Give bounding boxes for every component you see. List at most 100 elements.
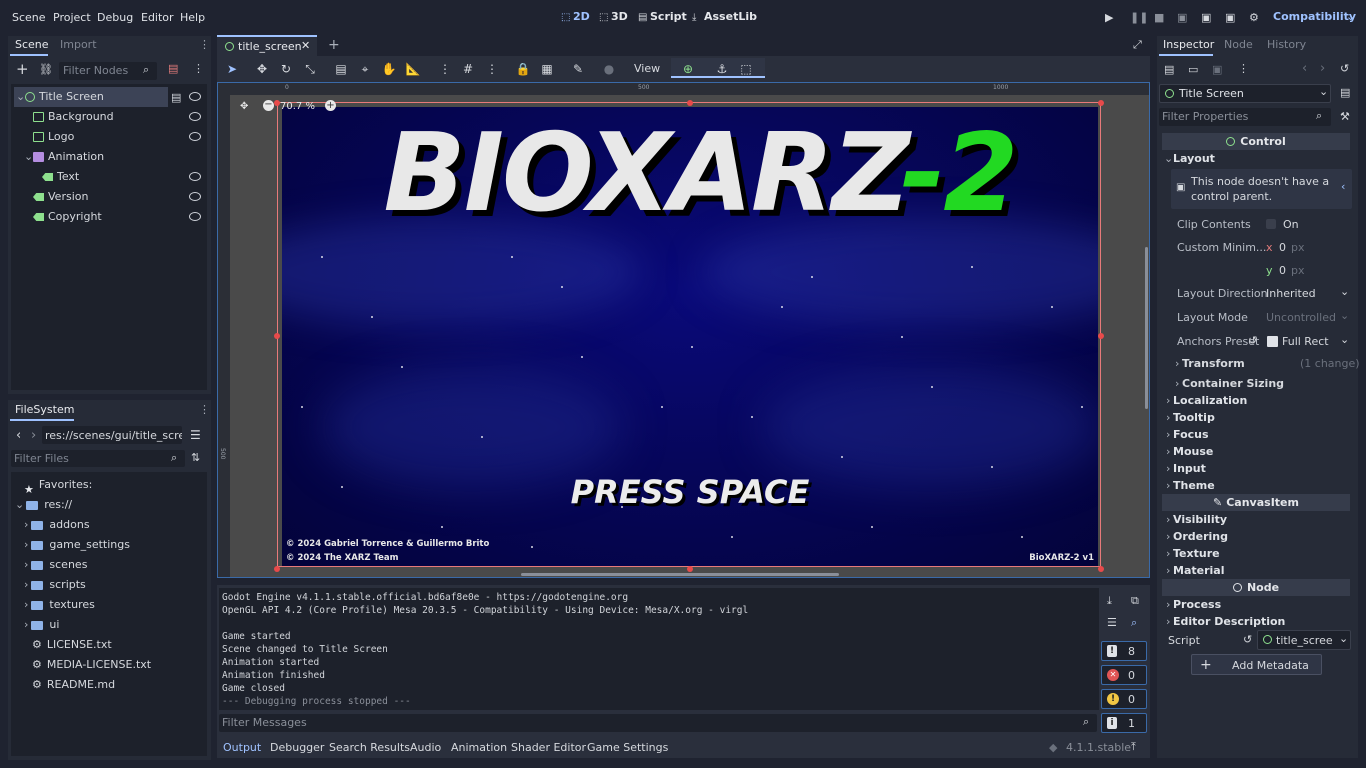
forward-icon[interactable]: › xyxy=(31,428,36,443)
tab-filesystem[interactable]: FileSystem xyxy=(15,403,74,416)
chevron-right-icon[interactable]: › xyxy=(1166,462,1170,475)
filter-files-input[interactable]: Filter Files xyxy=(14,452,69,465)
workspace-assetlib[interactable]: AssetLib xyxy=(704,10,757,23)
back-icon[interactable]: ‹ xyxy=(16,428,21,443)
bottom-tab-debugger[interactable]: Debugger xyxy=(270,741,324,754)
pause-icon[interactable]: ❚❚ xyxy=(1130,11,1148,24)
renderer-select[interactable]: Compatibility xyxy=(1273,10,1356,23)
search-icon[interactable]: ⌕ xyxy=(1131,616,1137,630)
tree-node-background[interactable]: Background xyxy=(14,107,204,127)
tree-node-copyright[interactable]: Copyright xyxy=(14,207,204,227)
add-node-icon[interactable]: + xyxy=(16,62,29,77)
chevron-right-icon[interactable]: › xyxy=(1166,530,1170,543)
chevron-right-icon[interactable]: › xyxy=(1166,547,1170,560)
visibility-eye-icon[interactable] xyxy=(189,212,201,221)
group-tooltip[interactable]: Tooltip xyxy=(1173,411,1215,424)
canvas-viewport[interactable]: 0 500 1000 500 BIOXARZ-2 PRESS SPACE © 2… xyxy=(217,82,1150,578)
filter-properties-field[interactable]: Filter Properties ⌕ xyxy=(1159,108,1331,126)
resize-handle[interactable] xyxy=(1098,100,1104,106)
bottom-tab-game-settings[interactable]: Game Settings xyxy=(587,741,668,754)
move-tool-icon[interactable]: ✥ xyxy=(254,62,270,76)
kebab-icon[interactable]: ⋮ xyxy=(484,62,500,76)
filter-warnings-toggle[interactable]: ! 0 xyxy=(1101,689,1147,709)
history-icon[interactable]: ↺ xyxy=(1340,62,1349,75)
favorites-row[interactable]: ★ Favorites: xyxy=(24,475,92,496)
bottom-tab-output[interactable]: Output xyxy=(223,741,261,754)
revert-icon[interactable]: ↺ xyxy=(1243,633,1252,646)
play-custom-icon[interactable]: ▣ xyxy=(1225,11,1235,24)
menu-debug[interactable]: Debug xyxy=(97,11,133,24)
tab-inspector[interactable]: Inspector xyxy=(1163,38,1214,51)
new-resource-icon[interactable]: ▤ xyxy=(1164,63,1174,76)
layout-icon[interactable]: ⬚ xyxy=(738,62,754,76)
tab-history[interactable]: History xyxy=(1267,38,1306,51)
filter-nodes-input[interactable]: Filter Nodes xyxy=(63,64,128,77)
chevron-right-icon[interactable]: › xyxy=(1166,394,1170,407)
anchor-icon[interactable]: ⚓ xyxy=(714,62,730,76)
filter-messages-toggle[interactable]: ! 8 xyxy=(1101,641,1147,661)
horizontal-scrollbar[interactable] xyxy=(521,573,839,576)
group-material[interactable]: Material xyxy=(1173,564,1224,577)
history-back-icon[interactable]: ‹ xyxy=(1302,61,1307,76)
lock-icon[interactable]: 🔒 xyxy=(515,62,531,76)
copy-icon[interactable]: ⧉ xyxy=(1131,594,1139,608)
scale-tool-icon[interactable]: ⤡ xyxy=(302,62,318,76)
split-view-icon[interactable]: ☰ xyxy=(190,428,201,442)
chevron-right-icon[interactable]: › xyxy=(1166,428,1170,441)
group-localization[interactable]: Localization xyxy=(1173,394,1247,407)
chevron-right-icon[interactable]: › xyxy=(1166,411,1170,424)
clip-checkbox[interactable] xyxy=(1266,219,1276,229)
tools-icon[interactable]: ⚒ xyxy=(1340,110,1350,123)
file-license[interactable]: ⚙ LICENSE.txt xyxy=(32,635,112,655)
folder-textures[interactable]: › textures xyxy=(24,595,95,615)
anchors-select[interactable]: Full Rect xyxy=(1282,335,1329,348)
layout-direction-select[interactable]: Inherited xyxy=(1266,287,1316,300)
resize-handle[interactable] xyxy=(1098,566,1104,572)
sort-icon[interactable]: ⇅ xyxy=(191,451,200,464)
visibility-eye-icon[interactable] xyxy=(189,132,201,141)
tree-node-animation[interactable]: ⌄ Animation xyxy=(14,147,204,167)
filter-properties-input[interactable]: Filter Properties xyxy=(1162,110,1248,123)
collapse-icon[interactable]: ☰ xyxy=(1107,616,1117,629)
layout-mode-select[interactable]: Uncontrolled xyxy=(1266,311,1336,324)
link-icon[interactable]: ⛓ xyxy=(39,63,53,76)
kebab-icon[interactable]: ⋮ xyxy=(193,62,204,75)
group-process[interactable]: Process xyxy=(1173,598,1221,611)
chevron-right-icon[interactable]: › xyxy=(1166,615,1170,628)
subgroup-container-sizing[interactable]: Container Sizing xyxy=(1182,377,1284,390)
subgroup-transform[interactable]: Transform xyxy=(1182,357,1245,370)
file-readme[interactable]: ⚙ README.md xyxy=(32,675,115,695)
folder-res-root[interactable]: ⌄ res:// xyxy=(15,495,72,515)
kebab-icon[interactable]: ⋮ xyxy=(1238,62,1249,75)
folder-ui[interactable]: › ui xyxy=(24,615,59,635)
revert-icon[interactable]: ↺ xyxy=(1248,334,1257,347)
y-value-field[interactable]: 0 xyxy=(1279,264,1286,277)
chevron-left-icon[interactable]: ‹ xyxy=(1341,180,1345,193)
menu-editor[interactable]: Editor xyxy=(141,11,174,24)
folder-scripts[interactable]: › scripts xyxy=(24,575,86,595)
chevron-right-icon[interactable]: › xyxy=(1175,377,1179,390)
visibility-eye-icon[interactable] xyxy=(189,112,201,121)
chevron-right-icon[interactable]: › xyxy=(1166,445,1170,458)
select-tool-icon[interactable]: ➤ xyxy=(224,62,240,76)
visibility-eye-icon[interactable] xyxy=(189,92,201,101)
path-field[interactable]: res://scenes/gui/title_screen. xyxy=(42,426,182,444)
play-scene-icon[interactable]: ▣ xyxy=(1201,11,1211,24)
bone-icon[interactable]: ✎ xyxy=(570,62,586,76)
group-layout[interactable]: Layout xyxy=(1173,152,1215,165)
group-focus[interactable]: Focus xyxy=(1173,428,1209,441)
tree-node-title-screen[interactable]: ⌄ Title Screen xyxy=(14,87,168,107)
group-ordering[interactable]: Ordering xyxy=(1173,530,1228,543)
vertical-scrollbar[interactable] xyxy=(1145,247,1148,409)
chevron-down-icon[interactable]: ⌄ xyxy=(1164,152,1173,165)
script-icon[interactable]: ▤ xyxy=(171,91,181,104)
ruler-tool-icon[interactable]: 📐 xyxy=(405,62,421,76)
filter-files-field[interactable]: Filter Files ⌕ xyxy=(11,450,185,467)
resize-handle[interactable] xyxy=(274,333,280,339)
add-metadata-button[interactable]: + Add Metadata xyxy=(1191,654,1322,675)
remote-debug-icon[interactable]: ▣ xyxy=(1177,11,1187,24)
play-icon[interactable]: ▶ xyxy=(1105,11,1113,24)
visibility-eye-icon[interactable] xyxy=(189,172,201,181)
resize-handle[interactable] xyxy=(1098,333,1104,339)
tree-node-text[interactable]: Text xyxy=(14,167,204,187)
